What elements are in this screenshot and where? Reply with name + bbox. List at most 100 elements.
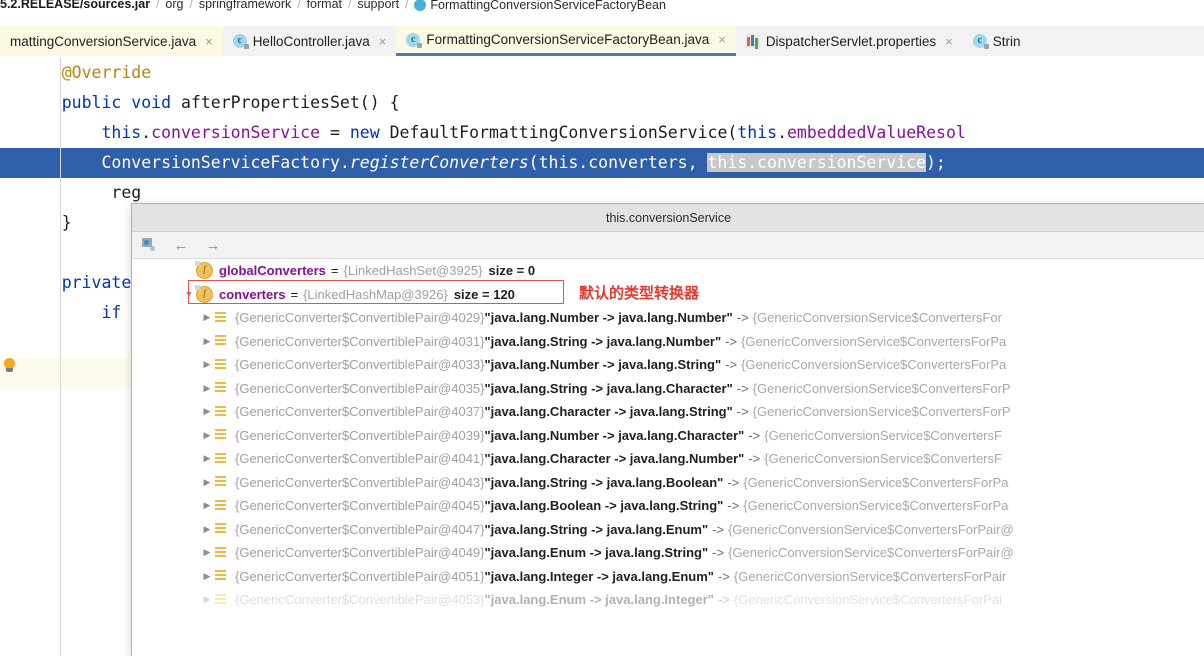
- close-icon[interactable]: ×: [205, 35, 213, 48]
- tree-row[interactable]: ▶ {GenericConverter$ConvertiblePair@4051}…: [132, 565, 1204, 589]
- entry-value: {GenericConversionService$ConvertersForP…: [741, 357, 1007, 373]
- editor-tab[interactable]: DispatcherServlet.properties ×: [735, 26, 963, 56]
- entry-icon: [214, 569, 228, 583]
- entry-maps-to: ->: [748, 451, 761, 467]
- back-arrow-icon[interactable]: ←: [172, 236, 190, 254]
- collapsed-arrow-icon[interactable]: ▶: [200, 548, 214, 557]
- collapsed-arrow-icon[interactable]: ▶: [200, 477, 214, 487]
- equals-sign: =: [330, 263, 339, 279]
- entry-key-type: {GenericConverter$ConvertiblePair@4029}: [235, 310, 485, 326]
- code-token: =: [320, 123, 350, 142]
- breadcrumb-label: springframework: [198, 0, 292, 11]
- field-icon: f: [195, 261, 213, 280]
- entry-icon: [214, 405, 228, 419]
- popup-toolbar: ← →: [132, 232, 1204, 259]
- tree-row[interactable]: ▶ {GenericConverter$ConvertiblePair@4035}…: [132, 377, 1204, 401]
- editor-tab[interactable]: c Strin: [962, 26, 1031, 56]
- tree-row[interactable]: ▶ {GenericConverter$ConvertiblePair@4033}…: [132, 353, 1204, 377]
- breadcrumb-item[interactable]: org: [165, 0, 183, 11]
- forward-arrow-icon[interactable]: →: [204, 236, 222, 254]
- collapsed-arrow-icon[interactable]: ▶: [200, 360, 214, 369]
- collapsed-arrow-icon[interactable]: ▶: [200, 454, 214, 463]
- tree-row[interactable]: ▶ {GenericConverter$ConvertiblePair@4047}…: [132, 518, 1204, 542]
- annotation-text: 默认的类型转换器: [579, 284, 700, 302]
- tree-row[interactable]: ▶ {GenericConverter$ConvertiblePair@4049}…: [132, 541, 1204, 565]
- breadcrumb-label: org: [165, 0, 184, 11]
- variable-size: size = 0: [488, 263, 536, 279]
- collapsed-arrow-icon[interactable]: ▶: [200, 336, 214, 346]
- tree-row[interactable]: ▶ {GenericConverter$ConvertiblePair@4031}…: [132, 330, 1204, 354]
- entry-value: {GenericConversionService$ConvertersForP…: [743, 498, 1009, 514]
- tree-row[interactable]: ▶ {GenericConverter$ConvertiblePair@4053}…: [132, 588, 1204, 612]
- code-line[interactable]: @Override: [0, 58, 1204, 88]
- tree-row[interactable]: ▶ {GenericConverter$ConvertiblePair@4045}…: [132, 494, 1204, 518]
- code-token: .: [141, 123, 152, 142]
- debugger-value-popup[interactable]: this.conversionService ← → ▶fglobalConve…: [131, 203, 1204, 656]
- add-to-watches-icon[interactable]: [140, 236, 158, 254]
- collapsed-arrow-icon[interactable]: ▶: [200, 524, 214, 534]
- entry-maps-to: ->: [736, 380, 749, 396]
- tree-row[interactable]: ▶f globalConverters={LinkedHashSet@3925} s…: [132, 259, 1204, 283]
- variable-size: size = 120: [453, 286, 515, 302]
- close-icon[interactable]: ×: [718, 33, 726, 46]
- code-token: reg: [22, 183, 142, 202]
- collapsed-arrow-icon[interactable]: ▶: [200, 595, 214, 604]
- entry-icon: [214, 358, 228, 372]
- equals-sign: =: [290, 286, 299, 302]
- popup-title: this.conversionService: [132, 204, 1204, 232]
- breadcrumb-item[interactable]: format: [307, 0, 342, 11]
- tree-row[interactable]: ▶ {GenericConverter$ConvertiblePair@4029}…: [132, 306, 1204, 330]
- entry-value: {GenericConversionService$ConvertersF: [764, 451, 1002, 467]
- code-token: new: [349, 123, 380, 142]
- tree-row[interactable]: ▶ {GenericConverter$ConvertiblePair@4037}…: [132, 400, 1204, 424]
- tree-row[interactable]: ▶ {GenericConverter$ConvertiblePair@4039}…: [132, 424, 1204, 448]
- tree-row[interactable]: ▶ {GenericConverter$ConvertiblePair@4043}…: [132, 471, 1204, 495]
- code-token: (this.converters,: [528, 153, 708, 172]
- entry-icon: [214, 428, 228, 442]
- close-icon[interactable]: ×: [945, 35, 953, 48]
- code-line[interactable]: public void afterPropertiesSet() {: [0, 88, 1204, 118]
- entry-key-type: {GenericConverter$ConvertiblePair@4031}: [235, 333, 485, 349]
- breadcrumb-item[interactable]: 5.2.RELEASE/sources.jar: [0, 0, 150, 11]
- expanded-arrow-icon[interactable]: ▼: [182, 289, 196, 299]
- entry-key-value: "java.lang.Enum -> java.lang.String": [484, 545, 709, 561]
- code-token: private: [61, 273, 132, 292]
- entry-icon: [214, 522, 228, 536]
- collapsed-arrow-icon[interactable]: ▶: [200, 383, 214, 393]
- tree-row[interactable]: ▶ {GenericConverter$ConvertiblePair@4041}…: [132, 447, 1204, 471]
- collapsed-arrow-icon[interactable]: ▶: [200, 501, 214, 510]
- close-icon[interactable]: ×: [379, 35, 387, 48]
- editor-tab[interactable]: c HelloController.java ×: [222, 26, 397, 56]
- collapsed-arrow-icon[interactable]: ▶: [200, 430, 214, 440]
- entry-value: {GenericConversionService$ConvertersForP…: [733, 568, 1007, 584]
- breadcrumb-item[interactable]: springframework: [199, 0, 291, 11]
- breadcrumb-label: format: [306, 0, 343, 11]
- entry-key-value: "java.lang.Character -> java.lang.String…: [484, 404, 733, 420]
- editor-tab[interactable]: c FormattingConversionServiceFactoryBean.…: [396, 26, 736, 56]
- breadcrumb-separator: /: [348, 0, 352, 11]
- collapsed-arrow-icon[interactable]: ▶: [200, 571, 214, 581]
- collapsed-arrow-icon[interactable]: ▶: [200, 407, 214, 416]
- variables-tree[interactable]: ▶fglobalConverters={LinkedHashSet@3925}s…: [132, 259, 1204, 656]
- entry-key-value: "java.lang.String -> java.lang.Boolean": [484, 474, 724, 490]
- entry-key-value: "java.lang.String -> java.lang.Enum": [484, 521, 709, 537]
- code-token: ConversionServiceFactory.: [22, 153, 350, 172]
- variable-name: converters: [219, 286, 286, 302]
- editor-tab[interactable]: mattingConversionService.java ×: [0, 26, 223, 56]
- collapsed-arrow-icon[interactable]: ▶: [200, 313, 214, 322]
- breadcrumb-item[interactable]: FormattingConversionServiceFactoryBean: [414, 0, 666, 12]
- editor-tab-label: mattingConversionService.java: [10, 33, 197, 49]
- code-line[interactable]: this.conversionService = new DefaultForm…: [0, 118, 1204, 148]
- breadcrumb-item[interactable]: support: [357, 0, 399, 11]
- intention-bulb-icon[interactable]: [2, 358, 18, 374]
- class-icon: c: [406, 32, 423, 48]
- code-line-selected[interactable]: ConversionServiceFactory.registerConvert…: [0, 148, 1204, 178]
- entry-key-value: "java.lang.Number -> java.lang.Number": [484, 310, 733, 326]
- entry-value: {GenericConversionService$ConvertersF: [764, 427, 1002, 443]
- entry-key-type: {GenericConverter$ConvertiblePair@4043}: [235, 474, 485, 490]
- entry-key-type: {GenericConverter$ConvertiblePair@4037}: [235, 404, 485, 420]
